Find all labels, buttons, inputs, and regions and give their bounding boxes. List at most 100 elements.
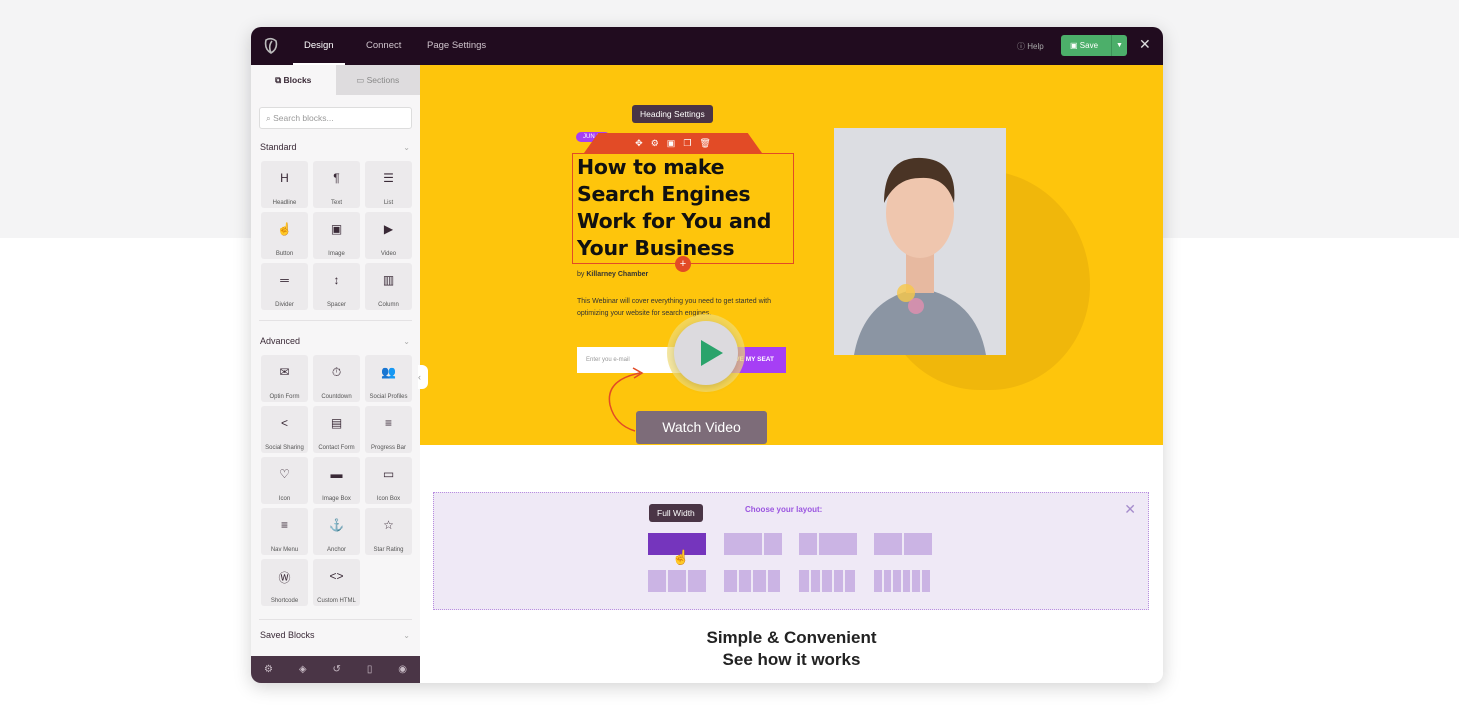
- heading-toolbar: ✥ ⚙ ▣ ❐ 🗑: [584, 133, 762, 153]
- hero-section[interactable]: Heading Settings JUN 19 ✥ ⚙ ▣ ❐ 🗑 How to mak…: [420, 65, 1163, 445]
- layout-two-thirds-one-third[interactable]: [724, 533, 782, 555]
- icon-icon: ♡: [279, 467, 290, 481]
- block-headline[interactable]: H Headline: [261, 161, 308, 208]
- block-anchor[interactable]: ⚓ Anchor: [313, 508, 360, 555]
- sidebar: ⧉ Blocks ▭ Sections ⌕ Search blocks... S…: [251, 65, 420, 683]
- help-icon: ⓘ: [1017, 42, 1025, 51]
- layout-four-columns[interactable]: [724, 570, 780, 592]
- layout-six-columns[interactable]: [874, 570, 930, 592]
- button-icon: ☝: [277, 222, 292, 236]
- search-input[interactable]: ⌕ Search blocks...: [259, 107, 412, 129]
- settings-icon[interactable]: ⚙: [651, 133, 659, 153]
- block-label: Text: [330, 200, 342, 206]
- social-sharing-icon: <: [280, 416, 288, 430]
- move-icon[interactable]: ✥: [635, 133, 643, 153]
- help-label: Help: [1027, 42, 1044, 51]
- advanced-header[interactable]: Advanced ⌄: [251, 333, 420, 349]
- block-text[interactable]: ¶ Text: [313, 161, 360, 208]
- save-label: Save: [1079, 41, 1099, 50]
- block-button[interactable]: ☝ Button: [261, 212, 308, 259]
- block-label: Headline: [272, 200, 297, 206]
- block-label: Icon: [278, 496, 291, 502]
- tab-blocks[interactable]: ⧉ Blocks: [251, 65, 336, 95]
- close-icon[interactable]: ✕: [1124, 501, 1136, 518]
- divider: [259, 320, 412, 321]
- block-contact-form[interactable]: ▤ Contact Form: [313, 406, 360, 453]
- collapse-sidebar-handle[interactable]: ‹: [418, 365, 428, 389]
- add-block-icon[interactable]: +: [675, 256, 691, 272]
- heading-settings-tooltip: Heading Settings: [632, 105, 713, 123]
- layout-five-columns[interactable]: [799, 570, 855, 592]
- standard-header[interactable]: Standard ⌄: [251, 139, 420, 155]
- history-icon[interactable]: ↺: [333, 664, 341, 675]
- hero-heading[interactable]: How to make Search Engines Work for You …: [577, 154, 792, 262]
- block-label: Column: [378, 302, 399, 308]
- spacer-icon: ↕: [333, 273, 340, 287]
- block-spacer[interactable]: ↕ Spacer: [313, 263, 360, 310]
- block-column[interactable]: ▥ Column: [365, 263, 412, 310]
- block-progress-bar[interactable]: ≡ Progress Bar: [365, 406, 412, 453]
- layout-title: Choose your layout:: [745, 505, 823, 514]
- block-label: Shortcode: [270, 598, 299, 604]
- block-label: Countdown: [321, 394, 352, 400]
- block-image-box[interactable]: ▬ Image Box: [313, 457, 360, 504]
- play-video-button[interactable]: [667, 314, 745, 392]
- save-dropdown-icon[interactable]: ▼: [1111, 35, 1127, 56]
- block-social-sharing[interactable]: < Social Sharing: [261, 406, 308, 453]
- layers-icon[interactable]: ◈: [299, 664, 307, 675]
- save-block-icon[interactable]: ▣: [667, 133, 676, 153]
- block-icon[interactable]: ♡ Icon: [261, 457, 308, 504]
- standard-title: Standard: [260, 142, 297, 152]
- save-button[interactable]: ▣ Save ▼: [1061, 35, 1127, 56]
- tab-sections[interactable]: ▭ Sections: [335, 65, 420, 95]
- help-link[interactable]: ⓘ Help: [1017, 41, 1044, 52]
- layout-three-columns[interactable]: [648, 570, 706, 592]
- block-label: Image: [328, 251, 345, 257]
- search-placeholder: Search blocks...: [273, 113, 334, 123]
- preview-icon[interactable]: ◉: [398, 664, 407, 675]
- block-label: Star Rating: [373, 547, 404, 553]
- block-label: Divider: [275, 302, 294, 308]
- person-photo[interactable]: [834, 128, 1006, 355]
- saved-blocks-title: Saved Blocks: [260, 630, 315, 640]
- tab-connect[interactable]: Connect: [366, 27, 401, 65]
- seedprod-logo-icon: [264, 37, 278, 54]
- block-star-rating[interactable]: ☆ Star Rating: [365, 508, 412, 555]
- chevron-down-icon: ⌄: [403, 336, 410, 346]
- optin-form-icon: ✉: [279, 365, 290, 379]
- duplicate-icon[interactable]: ❐: [683, 133, 691, 153]
- block-custom-html[interactable]: <> Custom HTML: [313, 559, 360, 606]
- tab-page-settings[interactable]: Page Settings: [427, 27, 486, 65]
- mobile-icon[interactable]: ▯: [367, 664, 373, 675]
- trash-icon[interactable]: 🗑: [699, 133, 710, 153]
- settings-icon[interactable]: ⚙: [264, 664, 273, 675]
- block-image[interactable]: ▣ Image: [313, 212, 360, 259]
- block-social-profiles[interactable]: 👥 Social Profiles: [365, 355, 412, 402]
- layout-two-columns[interactable]: [874, 533, 932, 555]
- block-label: Spacer: [326, 302, 346, 308]
- block-countdown[interactable]: ⏱ Countdown: [313, 355, 360, 402]
- block-video[interactable]: ▶ Video: [365, 212, 412, 259]
- chevron-down-icon: ⌄: [403, 630, 410, 640]
- block-icon-box[interactable]: ▭ Icon Box: [365, 457, 412, 504]
- block-optin-form[interactable]: ✉ Optin Form: [261, 355, 308, 402]
- watch-video-label[interactable]: Watch Video: [636, 411, 767, 444]
- cursor-hand-icon: ☝: [672, 549, 690, 565]
- tab-design[interactable]: Design: [293, 27, 345, 65]
- person-illustration: [834, 128, 1006, 355]
- layout-one-third-two-thirds[interactable]: [799, 533, 857, 555]
- tab-blocks-label: Blocks: [283, 75, 312, 85]
- anchor-icon: ⚓: [329, 518, 344, 532]
- block-divider[interactable]: ═ Divider: [261, 263, 308, 310]
- headline-icon: H: [280, 171, 289, 185]
- block-nav-menu[interactable]: ≡ Nav Menu: [261, 508, 308, 555]
- block-label: Button: [275, 251, 294, 257]
- close-icon[interactable]: ✕: [1139, 36, 1151, 53]
- saved-blocks-header[interactable]: Saved Blocks ⌄: [251, 627, 420, 643]
- block-list[interactable]: ☰ List: [365, 161, 412, 208]
- byline: by Killarney Chamber: [577, 271, 648, 278]
- block-shortcode[interactable]: Ⓦ Shortcode: [261, 559, 308, 606]
- author: Killarney Chamber: [586, 271, 649, 278]
- divider: [259, 619, 412, 620]
- star-rating-icon: ☆: [383, 518, 394, 532]
